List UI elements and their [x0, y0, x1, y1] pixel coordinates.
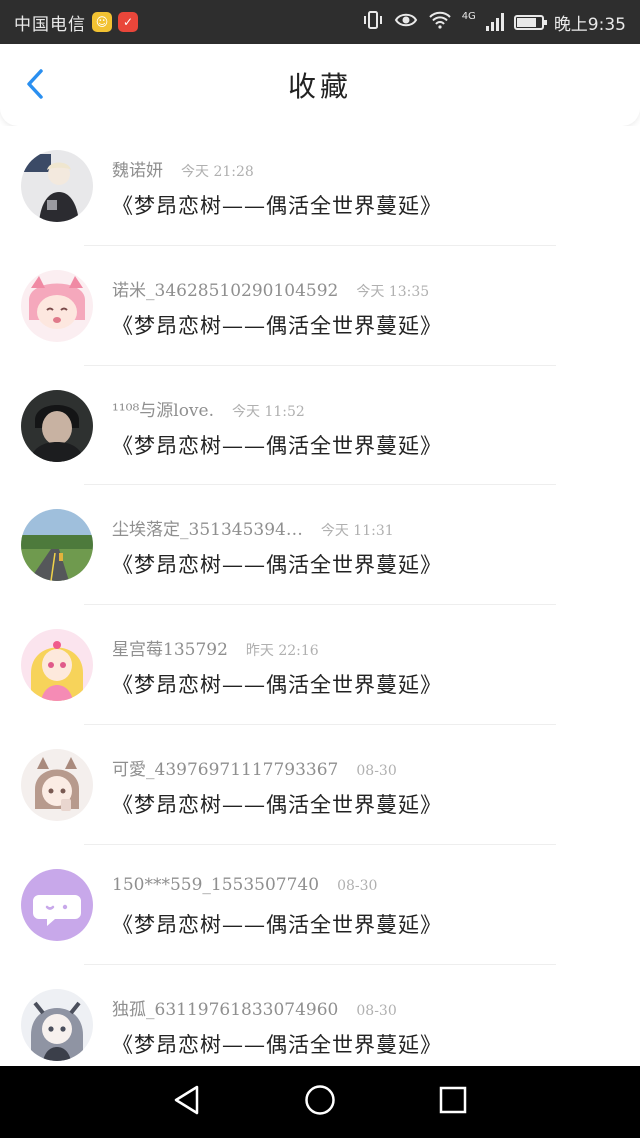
- post-title[interactable]: 《梦昂恋树——偶活全世界蔓延》: [112, 310, 442, 340]
- avatar[interactable]: [21, 988, 93, 1061]
- system-navigation-bar: [0, 1066, 640, 1138]
- vibrate-icon: [362, 10, 384, 35]
- favorite-item[interactable]: 150***559_1553507740 08-30 《梦昂恋树——偶活全世界蔓…: [0, 845, 640, 965]
- username[interactable]: 尘埃落定_351345394…: [112, 515, 303, 540]
- username[interactable]: 星宫莓135792: [112, 635, 228, 660]
- post-title[interactable]: 《梦昂恋树——偶活全世界蔓延》: [112, 190, 442, 220]
- post-title[interactable]: 《梦昂恋树——偶活全世界蔓延》: [112, 669, 442, 699]
- post-title[interactable]: 《梦昂恋树——偶活全世界蔓延》: [112, 909, 442, 939]
- username[interactable]: 150***559_1553507740: [112, 875, 319, 895]
- favorite-item[interactable]: ¹¹⁰⁸与源love. 今天 11:52 《梦昂恋树——偶活全世界蔓延》: [0, 366, 640, 486]
- timestamp: 08-30: [337, 877, 378, 894]
- avatar[interactable]: [21, 629, 93, 702]
- status-bar: 中国电信 ☺ ✓ 4G 晚上9:35: [0, 0, 640, 44]
- favorite-item[interactable]: 尘埃落定_351345394… 今天 11:31 《梦昂恋树——偶活全世界蔓延》: [0, 485, 640, 606]
- avatar[interactable]: [21, 748, 93, 821]
- battery-icon: [513, 14, 547, 30]
- carrier-label: 中国电信: [14, 14, 86, 35]
- post-title[interactable]: 《梦昂恋树——偶活全世界蔓延》: [112, 549, 442, 579]
- network-type-label: 4G: [461, 10, 476, 22]
- system-back-button[interactable]: [167, 1082, 207, 1122]
- signal-strength-icon: [485, 13, 504, 31]
- timestamp: 08-30: [356, 762, 397, 779]
- avatar[interactable]: [21, 868, 93, 941]
- clock: 晚上9:35: [553, 14, 626, 35]
- favorite-item[interactable]: 诺米_346285102901045​92 今天 13:35 《梦昂恋树——偶活…: [0, 246, 640, 366]
- username[interactable]: ¹¹⁰⁸与源love.: [112, 396, 214, 421]
- header: 收藏: [0, 44, 640, 126]
- post-title[interactable]: 《梦昂恋树——偶活全世界蔓延》: [112, 1029, 442, 1059]
- wifi-icon: [428, 11, 452, 34]
- favorite-item[interactable]: 魏诺妍 今天 21:28 《梦昂恋树——偶活全世界蔓延》: [0, 126, 640, 246]
- username[interactable]: 独孤_63119761833074960: [112, 995, 338, 1020]
- favorite-item[interactable]: 独孤_63119761833074960 08-30 《梦昂恋树——偶活全世界蔓…: [0, 965, 640, 1066]
- system-recents-button[interactable]: [433, 1082, 473, 1122]
- system-home-button[interactable]: [300, 1082, 340, 1122]
- favorite-item[interactable]: 可愛_43976971117793367 08-30 《梦昂恋树——偶活全世界蔓…: [0, 725, 640, 845]
- timestamp: 今天 11:52: [232, 403, 305, 420]
- notification-app-icon-2: ✓: [118, 12, 138, 32]
- page-title: 收藏: [287, 70, 352, 103]
- avatar[interactable]: [21, 389, 93, 462]
- username[interactable]: 可愛_43976971117793367: [112, 755, 338, 780]
- avatar[interactable]: [21, 269, 93, 342]
- triangle-back-icon: [172, 1084, 202, 1120]
- timestamp: 昨天 22:16: [245, 643, 319, 660]
- favorite-item[interactable]: 星宫莓135792 昨天 22:16 《梦昂恋树——偶活全世界蔓延》: [0, 605, 640, 725]
- circle-home-icon: [304, 1084, 336, 1120]
- square-recents-icon: [438, 1085, 468, 1119]
- chevron-left-icon: [25, 68, 45, 104]
- notification-app-icon: ☺: [92, 12, 112, 32]
- back-button[interactable]: [18, 66, 52, 106]
- post-title[interactable]: 《梦昂恋树——偶活全世界蔓延》: [112, 430, 442, 460]
- username[interactable]: 诺米_346285102901045​92: [112, 276, 338, 301]
- timestamp: 今天 21:28: [181, 164, 254, 180]
- eye-comfort-icon: [394, 11, 418, 34]
- timestamp: 08-30: [356, 1002, 397, 1019]
- timestamp: 今天 13:35: [356, 283, 430, 300]
- post-title[interactable]: 《梦昂恋树——偶活全世界蔓延》: [112, 789, 442, 819]
- avatar[interactable]: [21, 150, 93, 222]
- username[interactable]: 魏诺妍: [112, 156, 163, 181]
- timestamp: 今天 11:31: [320, 523, 394, 540]
- avatar[interactable]: [21, 509, 93, 582]
- favorites-list: 魏诺妍 今天 21:28 《梦昂恋树——偶活全世界蔓延》 诺米_34628510…: [0, 126, 640, 1066]
